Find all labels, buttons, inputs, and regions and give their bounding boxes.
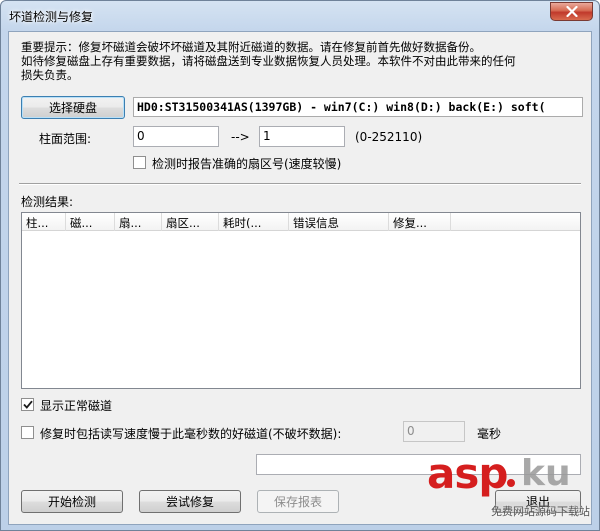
show-normal-label: 显示正常磁道: [40, 399, 113, 413]
cylinder-range-label: 柱面范围:: [39, 132, 92, 146]
column-header-sector-number[interactable]: 扇区...: [162, 213, 219, 231]
section-divider: [19, 183, 581, 185]
watermark-brand: asp: [427, 449, 508, 498]
ms-unit-label: 毫秒: [477, 427, 502, 441]
range-arrow: -->: [231, 130, 250, 144]
results-list-header: 柱... 磁... 扇... 扇区... 耗时(... 错误信息 修复...: [22, 213, 580, 231]
show-normal-checkbox[interactable]: [21, 398, 34, 411]
notice-line-2: 如待修复磁盘上存有重要数据，请将磁盘送到专业数据恢复人员处理。本软件不对由此带来…: [21, 54, 516, 68]
column-header-repair[interactable]: 修复...: [389, 213, 451, 231]
cylinder-from-input[interactable]: 0: [133, 126, 219, 147]
column-header-sector[interactable]: 扇...: [115, 213, 162, 231]
cylinder-range-hint: (0-252110): [355, 130, 423, 144]
slow-repair-label: 修复时包括读写速度慢于此毫秒数的好磁道(不破坏数据):: [40, 427, 342, 441]
save-report-button: 保存报表: [257, 490, 339, 513]
watermark-tagline: 免费网站源码下载站: [491, 505, 590, 518]
notice-line-3: 损失负责。: [21, 68, 79, 82]
select-disk-button[interactable]: 选择硬盘: [21, 96, 125, 119]
slow-repair-checkbox[interactable]: [21, 426, 34, 439]
checkmark-icon: [22, 400, 33, 409]
close-button[interactable]: [550, 2, 593, 21]
results-label: 检测结果:: [21, 195, 74, 209]
report-sector-label: 检测时报告准确的扇区号(速度较慢): [152, 157, 342, 171]
selected-disk-field[interactable]: HD0:ST31500341AS(1397GB) - win7(C:) win8…: [133, 97, 583, 117]
title-bar[interactable]: 坏道检测与修复: [1, 1, 599, 31]
column-header-error[interactable]: 错误信息: [289, 213, 389, 231]
watermark-suffix: ku: [521, 453, 571, 494]
cylinder-to-input[interactable]: 1: [259, 126, 345, 147]
try-repair-button[interactable]: 尝试修复: [139, 490, 241, 513]
warning-notice: 重要提示：修复坏磁道会破坏坏磁道及其附近磁道的数据。请在修复前首先做好数据备份。…: [21, 40, 581, 82]
window-title: 坏道检测与修复: [9, 10, 94, 24]
column-header-elapsed[interactable]: 耗时(...: [219, 213, 289, 231]
notice-line-1: 重要提示：修复坏磁道会破坏坏磁道及其附近磁道的数据。请在修复前首先做好数据备份。: [21, 40, 481, 54]
dialog-window: 坏道检测与修复 重要提示：修复坏磁道会破坏坏磁道及其附近磁道的数据。请在修复前首…: [0, 0, 600, 531]
site-watermark: asp ku 免费网站源码下载站: [427, 449, 593, 529]
column-header-cylinder[interactable]: 柱...: [22, 213, 66, 231]
slow-ms-input[interactable]: 0: [403, 421, 465, 442]
results-list[interactable]: 柱... 磁... 扇... 扇区... 耗时(... 错误信息 修复...: [21, 212, 581, 389]
start-check-button[interactable]: 开始检测: [21, 490, 123, 513]
column-header-head[interactable]: 磁...: [66, 213, 115, 231]
close-icon: [565, 6, 578, 17]
report-sector-checkbox[interactable]: [133, 156, 146, 169]
watermark-dot: [507, 479, 515, 487]
